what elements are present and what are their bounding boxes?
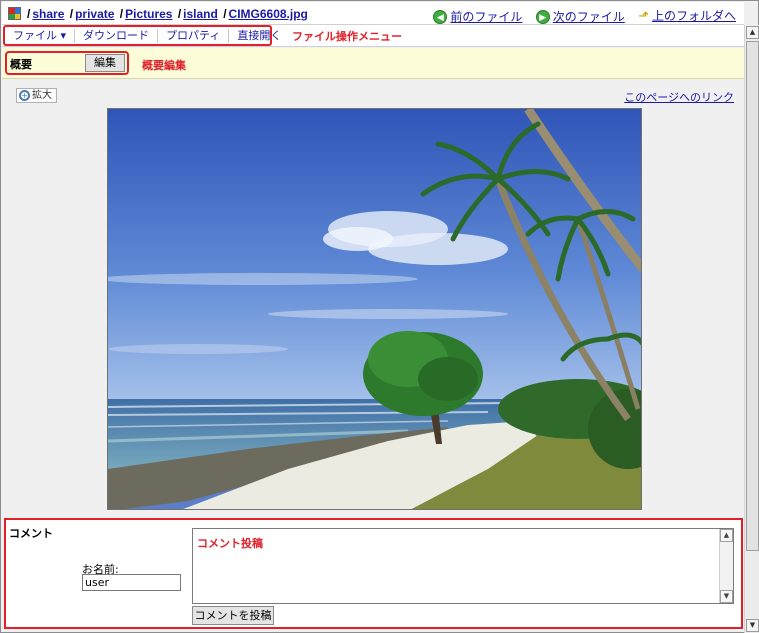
folder-color-icon — [8, 7, 21, 20]
scroll-down-icon[interactable]: ▼ — [720, 590, 733, 603]
comment-title: コメント — [9, 527, 53, 540]
textarea-scrollbar[interactable]: ▲ ▼ — [719, 529, 733, 603]
file-menu-bar: ファイル ▾ ダウンロード プロパティ 直接開く ファイル操作メニュー — [2, 25, 744, 47]
zoom-button[interactable]: + 拡大 — [16, 88, 57, 103]
breadcrumb-pictures[interactable]: Pictures — [125, 7, 172, 21]
browser-frame: / share / private / Pictures / island / CIMG6… — [0, 0, 759, 633]
name-input[interactable] — [82, 574, 181, 591]
breadcrumb-current-file[interactable]: CIMG6608.jpg — [229, 7, 308, 21]
page-scrollbar[interactable]: ▲ ▼ — [744, 25, 759, 633]
menu-download[interactable]: ダウンロード — [75, 28, 159, 43]
scroll-down-icon[interactable]: ▼ — [746, 619, 759, 632]
summary-annotation: 概要編集 — [142, 59, 186, 72]
image-viewer: + 拡大 このページへのリンク — [2, 80, 744, 516]
comment-textarea[interactable]: コメント投稿 ▲ ▼ — [192, 528, 734, 604]
summary-bar: 概要 編集 概要編集 — [2, 48, 744, 79]
beach-photo[interactable] — [107, 108, 642, 510]
breadcrumb: / share / private / Pictures / island / CIMG6… — [27, 7, 308, 21]
folder-up-icon: ⬏ — [638, 7, 649, 23]
comment-section: コメント お名前: コメント投稿 ▲ ▼ コメントを投稿 — [4, 518, 743, 629]
parent-folder-link[interactable]: 上のフォルダへ — [652, 7, 736, 24]
arrow-right-icon: ▶ — [535, 9, 550, 24]
zoom-label: 拡大 — [32, 90, 52, 101]
page-link[interactable]: このページへのリンク — [624, 89, 734, 105]
comment-annotation: コメント投稿 — [197, 537, 263, 550]
menu-annotation: ファイル操作メニュー — [292, 30, 402, 43]
scrollbar-thumb[interactable] — [746, 41, 759, 551]
next-file-link[interactable]: 次のファイル — [553, 8, 625, 25]
summary-label: 概要 — [10, 58, 32, 71]
scroll-up-icon[interactable]: ▲ — [720, 529, 733, 542]
arrow-left-icon: ◀ — [433, 9, 448, 24]
breadcrumb-island[interactable]: island — [183, 7, 218, 21]
submit-comment-button[interactable]: コメントを投稿 — [192, 606, 274, 625]
file-navigation: ◀ 前のファイル ▶ 次のファイル ⬏ 上のフォルダへ — [423, 7, 736, 25]
breadcrumb-private[interactable]: private — [75, 7, 114, 21]
magnifier-plus-icon: + — [19, 90, 30, 101]
prev-file-link[interactable]: 前のファイル — [450, 8, 522, 25]
menu-open-direct[interactable]: 直接開く — [229, 29, 289, 43]
menu-file[interactable]: ファイル ▾ — [5, 28, 76, 43]
breadcrumb-share[interactable]: share — [32, 7, 64, 21]
scroll-up-icon[interactable]: ▲ — [746, 26, 759, 39]
edit-summary-button[interactable]: 編集 — [85, 54, 125, 72]
file-menu-highlight: ファイル ▾ ダウンロード プロパティ 直接開く — [3, 25, 281, 46]
menu-properties[interactable]: プロパティ — [158, 28, 230, 43]
summary-highlight: 概要 編集 — [5, 51, 129, 75]
beach-photo-drawing — [108, 109, 641, 509]
breadcrumb-bar: / share / private / Pictures / island / CIMG6… — [2, 2, 744, 25]
